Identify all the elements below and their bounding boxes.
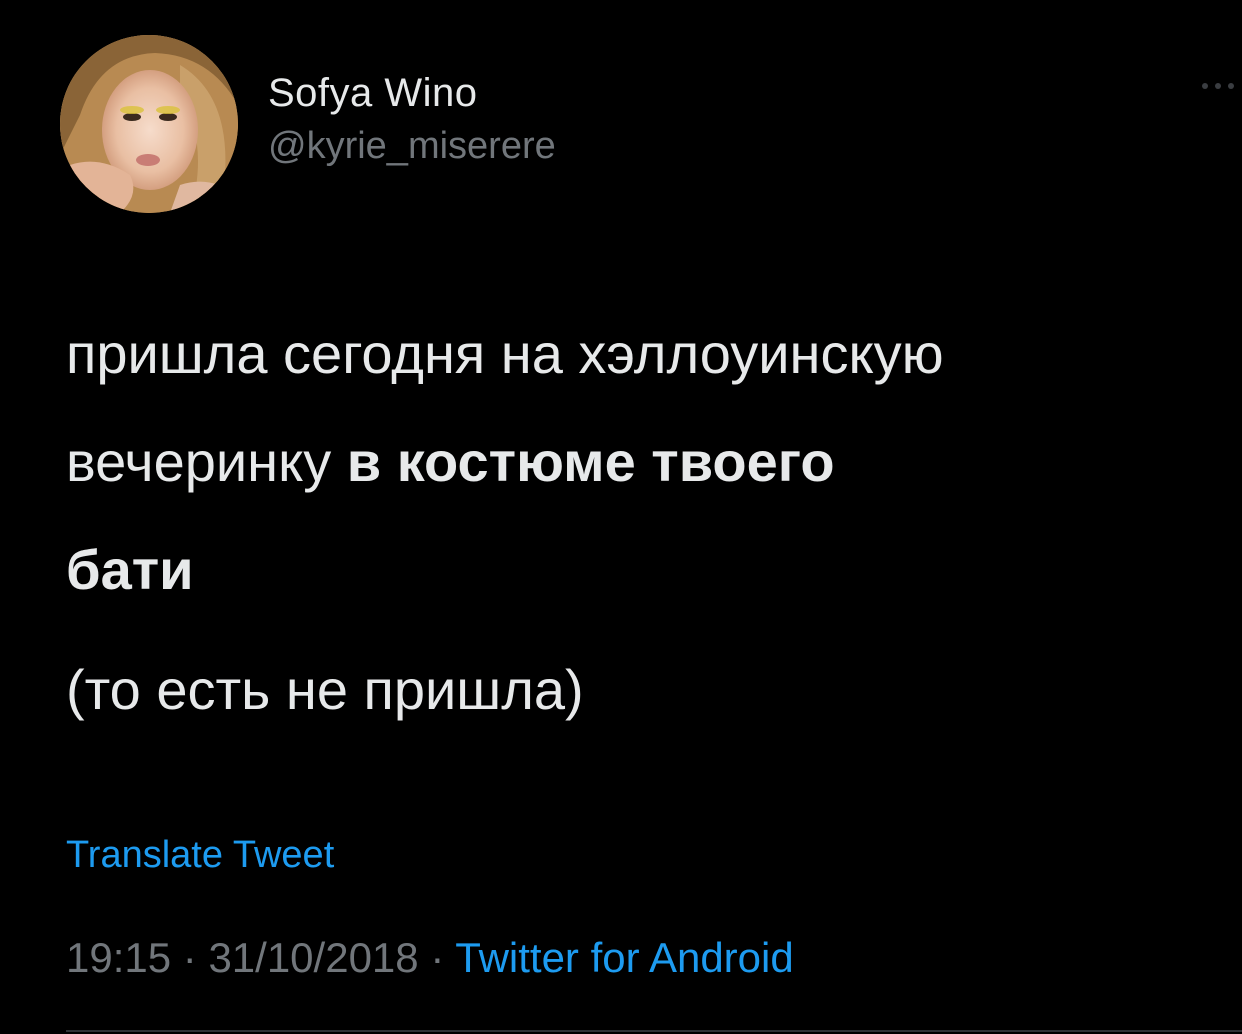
meta-separator: · xyxy=(418,934,456,981)
tweet-time[interactable]: 19:15 xyxy=(66,934,171,981)
tweet-line-2-bold: в костюме твоего xyxy=(346,430,835,493)
user-handle[interactable]: @kyrie_miserere xyxy=(268,124,556,168)
tweet-line-2-plain: вечеринку xyxy=(66,430,347,493)
translate-tweet-link[interactable]: Translate Tweet xyxy=(66,830,334,880)
tweet-line-3: бати xyxy=(66,516,1236,624)
tweet-source-link[interactable]: Twitter for Android xyxy=(455,934,793,981)
tweet-meta: 19:15 · 31/10/2018 · Twitter for Android xyxy=(66,930,794,986)
more-dots-icon[interactable] xyxy=(1198,76,1238,96)
display-name[interactable]: Sofya Wino xyxy=(268,70,556,116)
avatar-photo-icon xyxy=(60,35,238,213)
divider xyxy=(66,1030,1242,1032)
tweet-parenthetical: (то есть не пришла) xyxy=(66,658,584,721)
avatar[interactable] xyxy=(60,35,238,213)
tweet-line-1: пришла сегодня на хэллоуинскую xyxy=(66,322,944,385)
tweet-line-3-bold: бати xyxy=(66,538,194,601)
meta-separator: · xyxy=(171,934,209,981)
tweet: Sofya Wino @kyrie_miserere пришла сегодн… xyxy=(0,0,1242,1034)
tweet-date[interactable]: 31/10/2018 xyxy=(208,934,418,981)
tweet-line-2: вечеринку в костюме твоего xyxy=(66,408,1236,516)
tweet-text: пришла сегодня на хэллоуинскую вечеринку… xyxy=(66,300,1236,624)
author-block: Sofya Wino @kyrie_miserere xyxy=(268,70,556,168)
